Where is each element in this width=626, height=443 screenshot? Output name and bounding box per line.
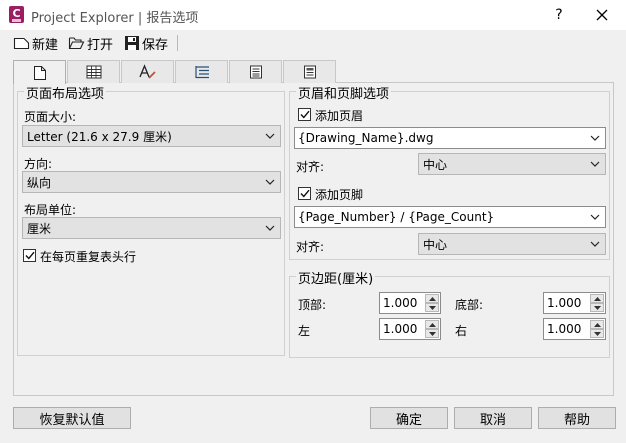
tab-table-columns[interactable]: [67, 60, 120, 83]
margin-top-value: 1.000: [383, 296, 418, 310]
caret-up-icon: [593, 296, 601, 301]
add-footer-label: 添加页脚: [315, 188, 364, 202]
chevron-down-icon: [590, 214, 600, 220]
tab-page-layout[interactable]: [13, 60, 66, 84]
font-style-icon: [138, 64, 156, 79]
checkmark-icon: [299, 110, 310, 119]
help-title-button[interactable]: ?: [549, 4, 569, 26]
new-button[interactable]: 新建: [13, 32, 58, 54]
page-layout-group-title: 页面布局选项: [24, 83, 107, 102]
chevron-down-icon: [265, 179, 275, 185]
add-footer-checkbox[interactable]: [298, 187, 311, 200]
open-button-label: 打开: [87, 37, 114, 53]
margin-left-label: 左: [298, 324, 311, 338]
margin-right-spinner[interactable]: 1.000: [543, 318, 606, 340]
header-align-label: 对齐:: [296, 160, 325, 174]
report-summary-icon: [303, 65, 316, 79]
chevron-down-icon: [590, 135, 600, 141]
margin-left-spinner[interactable]: 1.000: [379, 318, 441, 340]
orientation-value: 纵向: [27, 175, 52, 190]
open-folder-icon: [68, 37, 85, 50]
spin-up-button[interactable]: [425, 320, 439, 329]
header-text-value: {Drawing_Name}.dwg: [298, 131, 434, 145]
header-text-input[interactable]: {Drawing_Name}.dwg: [294, 127, 606, 149]
checkmark-icon: [24, 251, 35, 260]
caret-up-icon: [428, 322, 436, 327]
page-size-label: 页面大小:: [24, 110, 77, 124]
caret-down-icon: [593, 305, 601, 310]
open-button[interactable]: 打开: [68, 32, 113, 54]
cancel-button[interactable]: 取消: [454, 407, 532, 429]
tab-list-indent[interactable]: [175, 60, 228, 83]
units-value: 厘米: [27, 221, 52, 236]
spin-down-button[interactable]: [590, 303, 604, 312]
restore-defaults-button[interactable]: 恢复默认值: [13, 407, 131, 429]
chevron-down-icon: [265, 133, 275, 139]
caret-up-icon: [428, 296, 436, 301]
save-button-label: 保存: [142, 37, 169, 53]
tab-font-style[interactable]: [121, 60, 174, 83]
close-button[interactable]: [589, 4, 615, 26]
chevron-down-icon: [590, 241, 600, 247]
orientation-label: 方向:: [24, 157, 53, 171]
toolbar-separator: [177, 35, 178, 51]
caret-down-icon: [428, 305, 436, 310]
spin-up-button[interactable]: [590, 320, 604, 329]
margin-left-value: 1.000: [383, 322, 418, 336]
footer-align-select[interactable]: 中心: [418, 233, 606, 255]
save-disk-icon: [125, 36, 139, 50]
margin-top-label: 顶部:: [298, 298, 327, 312]
footer-align-label: 对齐:: [296, 240, 325, 254]
spin-down-button[interactable]: [425, 329, 439, 338]
ok-button[interactable]: 确定: [370, 407, 448, 429]
caret-down-icon: [428, 331, 436, 336]
repeat-header-label: 在每页重复表头行: [40, 250, 137, 264]
page-size-select[interactable]: Letter (21.6 x 27.9 厘米): [22, 125, 281, 147]
units-select[interactable]: 厘米: [22, 217, 281, 239]
repeat-header-checkbox[interactable]: [23, 249, 36, 262]
chevron-down-icon: [265, 225, 275, 231]
margin-right-label: 右: [455, 324, 468, 338]
chevron-down-icon: [590, 161, 600, 167]
tab-report-detail[interactable]: [229, 60, 282, 83]
caret-up-icon: [593, 322, 601, 327]
footer-text-input[interactable]: {Page_Number} / {Page_Count}: [294, 206, 606, 228]
margin-right-value: 1.000: [547, 322, 582, 336]
tab-strip: [13, 60, 614, 84]
header-align-value: 中心: [423, 157, 448, 172]
add-header-checkbox[interactable]: [298, 108, 311, 121]
footer-text-value: {Page_Number} / {Page_Count}: [298, 210, 495, 224]
margin-bottom-spinner[interactable]: 1.000: [543, 292, 606, 314]
orientation-select[interactable]: 纵向: [22, 171, 281, 193]
report-detail-icon: [249, 65, 262, 79]
window-title: Project Explorer | 报告选项: [31, 11, 199, 26]
spin-down-button[interactable]: [425, 303, 439, 312]
new-file-icon: [13, 37, 30, 50]
close-icon: [596, 9, 608, 21]
tab-report-summary[interactable]: [283, 60, 336, 83]
list-indent-icon: [194, 66, 209, 79]
header-align-select[interactable]: 中心: [418, 153, 606, 175]
margin-bottom-value: 1.000: [547, 296, 582, 310]
margin-top-spinner[interactable]: 1.000: [379, 292, 441, 314]
margins-group-title: 页边距(厘米): [296, 268, 376, 287]
checkmark-icon: [299, 189, 310, 198]
app-logo-icon: C: [9, 6, 24, 23]
table-columns-icon: [86, 65, 101, 79]
help-button[interactable]: 帮助: [538, 407, 616, 429]
units-label: 布局单位:: [24, 203, 77, 217]
new-button-label: 新建: [32, 37, 59, 53]
add-header-label: 添加页眉: [315, 109, 364, 123]
spin-up-button[interactable]: [425, 294, 439, 303]
margins-group: [289, 276, 610, 358]
caret-down-icon: [593, 331, 601, 336]
page-layout-icon: [33, 65, 46, 80]
header-footer-group-title: 页眉和页脚选项: [296, 83, 392, 102]
footer-align-value: 中心: [423, 237, 448, 252]
spin-up-button[interactable]: [590, 294, 604, 303]
margin-bottom-label: 底部:: [455, 298, 484, 312]
spin-down-button[interactable]: [590, 329, 604, 338]
save-button[interactable]: 保存: [124, 32, 168, 54]
page-size-value: Letter (21.6 x 27.9 厘米): [27, 129, 172, 144]
